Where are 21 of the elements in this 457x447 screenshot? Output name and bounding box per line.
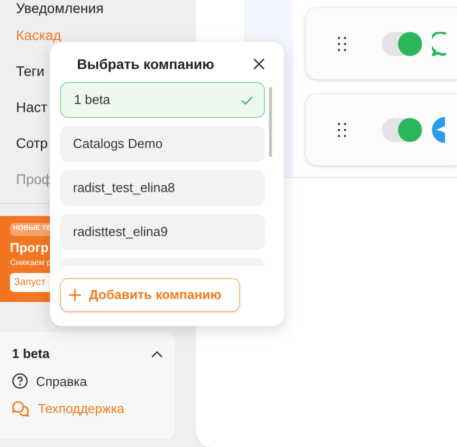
sidebar-link[interactable]: Справка [36,372,87,391]
account-name[interactable]: 1 beta [12,344,50,364]
company-item[interactable]: 1 beta [60,82,265,118]
company-item[interactable]: radist_test_elina8 [60,170,265,206]
check-icon [241,96,253,104]
plus-icon [69,289,81,301]
toggle-switch[interactable] [382,32,422,56]
promo-title: Прогр [10,238,49,257]
chat-bubble-icon [432,32,446,56]
menu-item[interactable]: Уведомления [0,0,196,17]
scrollbar[interactable] [269,87,272,157]
chevron-icon[interactable] [151,350,163,358]
company-item[interactable]: Catalogs Demo [60,126,265,162]
dialog-title: Выбрать компанию [77,54,214,74]
toggle-switch[interactable] [382,118,422,142]
drag-handle-icon[interactable] [338,36,346,52]
help-icon [12,373,28,390]
close-icon[interactable] [253,58,265,70]
drag-handle-icon[interactable] [338,122,346,138]
chat-icon [12,400,30,417]
company-item[interactable]: radisttest_elina9 [60,214,265,250]
